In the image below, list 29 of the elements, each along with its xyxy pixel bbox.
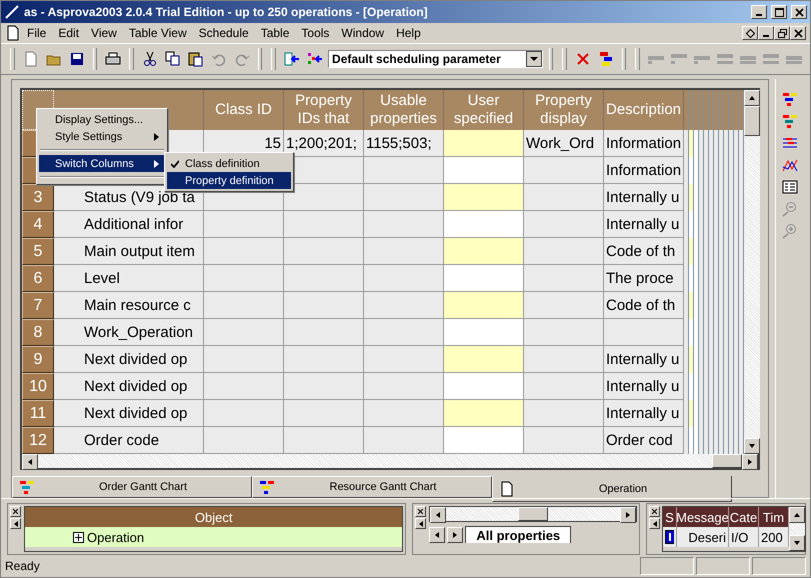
table-cell: Next divided op: [54, 400, 204, 427]
table-cell: Code of th: [604, 238, 684, 265]
table-cell: 200: [759, 527, 789, 547]
column-header: Object: [25, 507, 402, 527]
table-cell: Internally u: [604, 400, 684, 427]
table-cell: Code of th: [604, 292, 684, 319]
table-cell: Main output item: [54, 238, 204, 265]
table-cell: Order cod: [604, 427, 684, 454]
table-cell: 1155;503;: [364, 130, 444, 157]
table-cell: Next divided op: [54, 373, 204, 400]
table-cell: Internally u: [604, 346, 684, 373]
table-cell: Order code: [54, 427, 204, 454]
table-cell: 1;200;201;: [284, 130, 364, 157]
table-cell: Internally u: [604, 373, 684, 400]
table-cell: Work_Ord: [524, 130, 604, 157]
table-cell: Level: [54, 265, 204, 292]
table-cell: Internally u: [604, 211, 684, 238]
table-cell: Next divided op: [54, 346, 204, 373]
table-cell: Internally u: [604, 184, 684, 211]
status-text: Ready: [5, 559, 41, 573]
table-cell: I/O: [729, 527, 759, 547]
table-cell: Information: [604, 130, 684, 157]
table-cell: Work_Operation: [54, 319, 204, 346]
table-cell: Information: [604, 157, 684, 184]
table-cell: Additional infor: [54, 211, 204, 238]
table-cell: Main resource c: [54, 292, 204, 319]
window-title: as - Asprova2003 2.0.4 Trial Edition - up to 250 operations - [Operation]: [24, 5, 429, 19]
table-cell: Deseri: [677, 527, 729, 547]
table-cell: The proce: [604, 265, 684, 292]
